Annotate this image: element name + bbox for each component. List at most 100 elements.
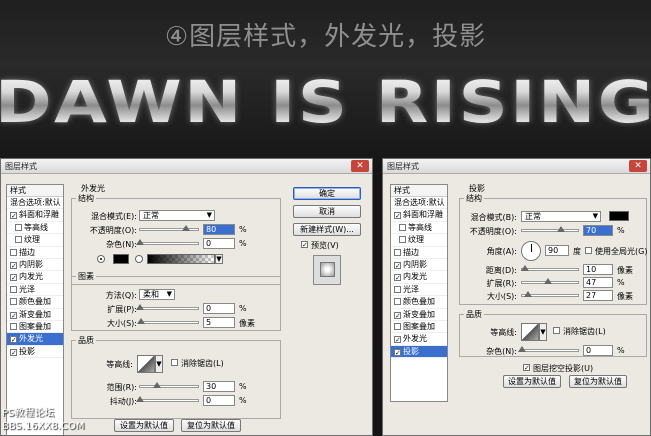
style-checkbox[interactable] [10, 248, 17, 256]
angle-dial[interactable] [521, 241, 541, 261]
style-list-item[interactable]: 纹理 [7, 234, 63, 247]
close-icon[interactable]: ✕ [629, 160, 647, 172]
style-checkbox[interactable] [15, 236, 22, 244]
slider-thumb[interactable] [136, 396, 144, 402]
contour-preview[interactable] [137, 355, 155, 373]
chevron-down-icon[interactable]: ▼ [155, 355, 163, 373]
slider-thumb[interactable] [520, 265, 529, 271]
style-checkbox[interactable] [10, 212, 17, 220]
style-list-item[interactable]: 颜色叠加 [391, 296, 447, 309]
style-checkbox[interactable] [10, 274, 17, 282]
jitter-slider[interactable] [136, 396, 199, 402]
size-slider[interactable] [521, 291, 579, 297]
style-list-item[interactable]: 渐变叠加 [7, 309, 63, 321]
spread-slider[interactable] [521, 278, 579, 284]
distance-slider[interactable] [520, 265, 579, 271]
slider-thumb[interactable] [137, 318, 146, 324]
blend-mode-select[interactable]: 正常 ▼ [139, 210, 215, 221]
style-list-item[interactable]: 描边 [391, 247, 447, 259]
style-checkbox[interactable] [394, 298, 401, 306]
style-checkbox[interactable] [10, 322, 17, 330]
distance-input[interactable]: 10 [583, 264, 613, 275]
opacity-input[interactable]: 80 [203, 224, 235, 235]
antialias-checkbox[interactable] [171, 359, 178, 366]
angle-input[interactable]: 90 [545, 245, 569, 256]
chevron-down-icon[interactable]: ▼ [215, 254, 223, 264]
shadow-color-swatch[interactable] [609, 211, 629, 221]
style-list-item[interactable]: 外发光 [391, 333, 447, 346]
style-checkbox[interactable] [394, 285, 401, 293]
global-light-checkbox[interactable] [585, 247, 592, 254]
style-list-item[interactable]: 图案叠加 [7, 321, 63, 334]
size-input[interactable]: 27 [583, 290, 613, 301]
style-list-item[interactable]: 内发光 [7, 271, 63, 284]
style-list-item[interactable]: 内阴影 [391, 259, 447, 272]
noise-slider[interactable] [518, 346, 579, 352]
range-input[interactable]: 30 [203, 381, 235, 392]
slider-thumb[interactable] [544, 278, 553, 284]
noise-input[interactable]: 0 [203, 238, 235, 249]
styles-list-header[interactable]: 样式 [7, 185, 63, 197]
noise-input[interactable]: 0 [583, 345, 613, 356]
glow-gradient-picker[interactable] [147, 254, 215, 264]
slider-thumb[interactable] [136, 239, 144, 245]
opacity-input[interactable]: 70 [583, 225, 613, 236]
reset-default-button[interactable]: 复位为默认值 [569, 375, 627, 388]
style-list-item[interactable]: 描边 [7, 247, 63, 259]
style-list-item[interactable]: 等高线 [7, 222, 63, 235]
slider-thumb[interactable] [182, 225, 191, 231]
slider-thumb[interactable] [136, 304, 144, 310]
gradient-radio[interactable] [135, 255, 143, 263]
style-checkbox[interactable] [15, 223, 22, 231]
glow-color-swatch[interactable] [113, 254, 129, 264]
style-checkbox[interactable] [10, 261, 17, 269]
preview-checkbox[interactable] [301, 241, 308, 248]
style-checkbox[interactable] [394, 248, 401, 256]
style-list-item[interactable]: 颜色叠加 [7, 296, 63, 309]
slider-thumb[interactable] [524, 291, 533, 297]
size-slider[interactable] [137, 318, 199, 324]
style-checkbox[interactable] [394, 274, 401, 282]
style-checkbox[interactable] [394, 336, 401, 344]
cancel-button[interactable]: 取消 [293, 205, 361, 218]
knockout-checkbox[interactable] [523, 364, 530, 371]
style-list-item[interactable]: 混合选项:默认 [391, 197, 447, 210]
blend-mode-select[interactable]: 正常 ▼ [521, 211, 601, 222]
slider-thumb[interactable] [518, 346, 526, 352]
contour-preview[interactable] [521, 323, 539, 341]
style-checkbox[interactable] [10, 348, 17, 356]
opacity-slider[interactable] [139, 225, 199, 231]
noise-slider[interactable] [136, 239, 199, 245]
style-list-item[interactable]: 内发光 [391, 271, 447, 284]
style-checkbox[interactable] [399, 236, 406, 244]
style-checkbox[interactable] [10, 298, 17, 306]
style-list-item[interactable]: 投影 [391, 345, 447, 359]
style-list-item[interactable]: 外发光 [7, 333, 63, 346]
style-list-item[interactable]: 内阴影 [7, 259, 63, 272]
size-input[interactable]: 5 [203, 317, 235, 328]
style-checkbox[interactable] [10, 336, 17, 344]
style-list-item[interactable]: 光泽 [391, 284, 447, 297]
spread-input[interactable]: 0 [203, 303, 235, 314]
jitter-input[interactable]: 0 [203, 395, 235, 406]
new-style-button[interactable]: 新建样式(W)... [293, 223, 361, 236]
close-icon[interactable]: ✕ [351, 160, 369, 172]
spread-input[interactable]: 47 [583, 277, 613, 288]
make-default-button[interactable]: 设置为默认值 [503, 375, 561, 388]
reset-default-button[interactable]: 复位为默认值 [181, 419, 241, 432]
styles-list-header[interactable]: 样式 [391, 185, 447, 197]
slider-thumb[interactable] [557, 226, 566, 232]
style-checkbox[interactable] [394, 311, 401, 319]
style-checkbox[interactable] [394, 348, 401, 356]
ok-button[interactable]: 确定 [293, 187, 361, 200]
style-checkbox[interactable] [394, 261, 401, 269]
spread-slider[interactable] [136, 304, 199, 310]
style-checkbox[interactable] [394, 322, 401, 330]
style-list-item[interactable]: 等高线 [391, 222, 447, 235]
slider-thumb[interactable] [153, 382, 162, 388]
style-checkbox[interactable] [399, 223, 406, 231]
style-checkbox[interactable] [10, 285, 17, 293]
style-list-item[interactable]: 光泽 [7, 284, 63, 297]
range-slider[interactable] [139, 382, 199, 388]
style-list-item[interactable]: 投影 [7, 346, 63, 359]
